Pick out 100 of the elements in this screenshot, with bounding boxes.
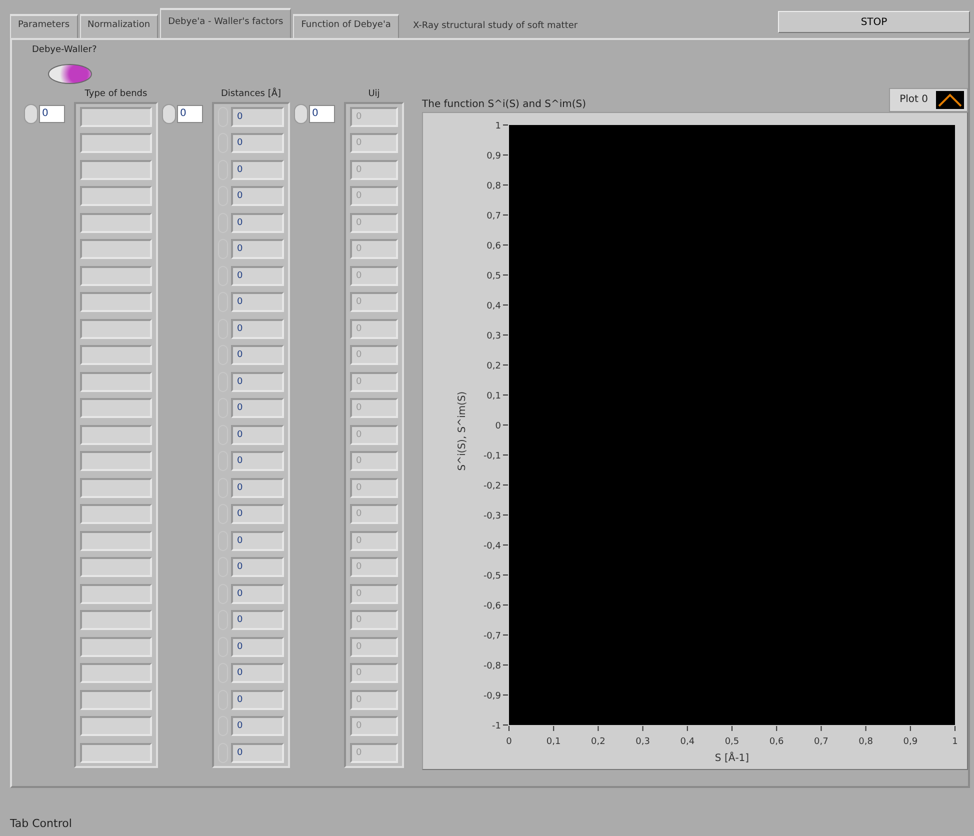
tab[interactable]: Normalization [80,14,158,38]
toggle-switch[interactable] [48,64,92,84]
numeric-field: 0 [350,478,398,498]
y-tick-label: 0,9 [486,151,501,161]
x-tick-label: 0,1 [546,736,561,746]
numeric-field: 0 [231,424,284,444]
numeric-field: 0 [350,530,398,550]
string-field [80,266,152,286]
y-tick-label: -0,5 [483,571,501,581]
tab[interactable]: Debye'a - Waller's factors [160,8,292,38]
app-title: X-Ray structural study of soft matter [412,20,579,32]
numeric-field: 0 [231,292,284,312]
numeric-field: 0 [350,636,398,656]
numeric-field: 0 [231,504,284,524]
numeric-field: 0 [350,716,398,736]
spinner-icon[interactable] [162,104,176,124]
numeric-field: 0 [350,212,398,232]
array-label: Distances [Å] [220,88,282,100]
y-tick-label: 0,7 [486,211,501,221]
y-tick-label: 0,5 [486,271,501,281]
x-axis-label: S [Å-1] [714,752,750,764]
tab[interactable]: Function of Debye'a [293,14,399,38]
y-tick [502,274,508,275]
x-tick [508,725,510,731]
numeric-field: 0 [231,584,284,604]
x-tick-label: 0,3 [636,736,650,746]
numeric-field: 0 [350,106,398,126]
numeric-field: 0 [231,557,284,577]
array-index[interactable]: 0 [24,104,68,124]
y-tick [502,634,508,635]
y-tick-label: -0,7 [483,631,501,641]
string-field [80,372,152,392]
x-tick [954,725,956,731]
y-tick-label: 0,4 [486,301,501,311]
x-tick [553,725,554,731]
y-tick [502,604,508,605]
numeric-field: 0 [350,690,398,710]
numeric-field: 0 [350,345,398,365]
y-tick [502,574,508,575]
string-field [80,133,152,153]
y-tick-label: -0,8 [483,661,501,671]
y-tick-label: -0,4 [483,541,501,551]
y-tick [502,694,508,695]
numeric-field: 0 [231,478,284,498]
numeric-field: 0 [231,266,284,286]
numeric-field: 0 [350,451,398,471]
string-field [80,345,152,365]
string-field [80,186,152,206]
string-field [80,212,152,232]
tab[interactable]: Parameters [10,14,78,38]
string-field [80,424,152,444]
string-field [80,584,152,604]
spinner-icon[interactable] [294,104,308,124]
x-tick-label: 0,7 [814,736,828,746]
string-field [80,663,152,683]
string-field [80,610,152,630]
x-tick-label: 0,8 [858,736,873,746]
stop-button[interactable]: STOP [778,11,970,33]
numeric-field: 0 [231,716,284,736]
y-tick [502,304,508,305]
numeric-field: 0 [350,186,398,206]
numeric-field: 0 [350,663,398,683]
numeric-field: 0 [231,133,284,153]
string-field [80,160,152,180]
y-tick [502,484,508,485]
line-style-icon [936,90,964,108]
y-tick-label: -0,6 [483,601,501,611]
string-field [80,636,152,656]
x-tick-label: 0,9 [903,736,918,746]
numeric-field: 0 [350,557,398,577]
numeric-field: 0 [231,742,284,762]
numeric-field: 0 [350,239,398,259]
plot-legend[interactable]: Plot 0 [888,88,968,112]
y-tick [502,454,508,455]
y-tick [502,724,508,725]
string-field [80,504,152,524]
x-tick-label: 0 [506,736,512,746]
index-field[interactable]: 0 [39,104,65,122]
chart-title: The function S^i(S) and S^im(S) [422,98,586,112]
x-tick-label: 0,5 [724,736,740,746]
x-tick [686,725,688,731]
legend-label: Plot 0 [900,93,928,107]
y-tick-label: -0,9 [483,691,501,701]
x-tick-label: 0,2 [591,736,606,746]
switch-label: Debye-Waller? [32,44,98,57]
y-tick [502,214,508,215]
array-label: Type of bends [84,88,148,100]
numeric-field: 0 [231,318,284,338]
spinner-icon[interactable] [24,104,38,124]
y-tick [502,244,508,245]
y-tick [502,424,508,425]
x-tick-label: 0,6 [769,736,784,746]
x-tick [910,725,911,731]
y-tick-label: -0,1 [483,451,501,461]
y-tick [502,394,508,395]
x-tick [642,725,644,731]
numeric-field: 0 [350,610,398,630]
numeric-field: 0 [231,530,284,550]
y-tick-label: 0,2 [486,361,501,371]
string-field [80,292,152,312]
